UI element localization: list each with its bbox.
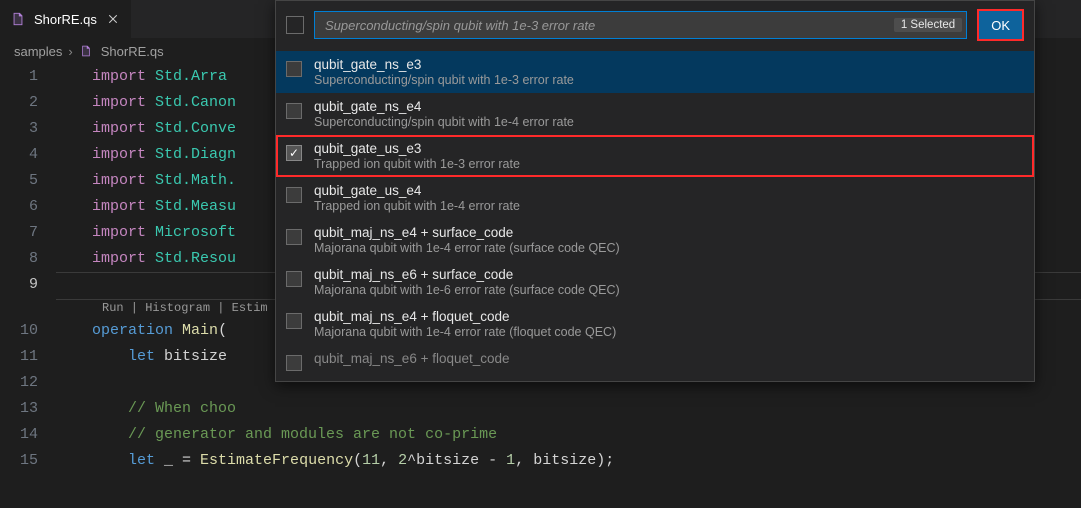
chevron-right-icon: › bbox=[68, 44, 72, 59]
quick-pick-item-desc: Superconducting/spin qubit with 1e-4 err… bbox=[314, 115, 574, 129]
quick-pick-item-label: qubit_maj_ns_e6 + floquet_code bbox=[314, 351, 510, 366]
quick-pick-item-desc: Majorana qubit with 1e-4 error rate (sur… bbox=[314, 241, 620, 255]
code-line[interactable]: // When choo bbox=[56, 396, 1081, 422]
breadcrumb-folder[interactable]: samples bbox=[14, 44, 62, 59]
checkbox[interactable] bbox=[286, 61, 302, 77]
quick-pick-item-label: qubit_maj_ns_e4 + surface_code bbox=[314, 225, 620, 240]
quick-pick-item[interactable]: qubit_gate_ns_e4Superconducting/spin qub… bbox=[276, 93, 1034, 135]
code-line[interactable]: let _ = EstimateFrequency(11, 2^bitsize … bbox=[56, 448, 1081, 474]
quick-pick-item[interactable]: qubit_maj_ns_e6 + surface_codeMajorana q… bbox=[276, 261, 1034, 303]
quick-pick-item-desc: Trapped ion qubit with 1e-4 error rate bbox=[314, 199, 520, 213]
line-number: 7 bbox=[0, 220, 38, 246]
editor-tab[interactable]: ShorRE.qs bbox=[0, 0, 132, 38]
quick-pick-header: 1 Selected OK bbox=[276, 1, 1034, 51]
line-number: 12 bbox=[0, 370, 38, 396]
checkbox[interactable] bbox=[286, 313, 302, 329]
line-number: 2 bbox=[0, 90, 38, 116]
line-number: 10 bbox=[0, 318, 38, 344]
checkbox[interactable] bbox=[286, 229, 302, 245]
quick-pick-item[interactable]: qubit_maj_ns_e4 + floquet_codeMajorana q… bbox=[276, 303, 1034, 345]
line-number: 4 bbox=[0, 142, 38, 168]
code-line[interactable]: // generator and modules are not co-prim… bbox=[56, 422, 1081, 448]
breadcrumb-file[interactable]: ShorRE.qs bbox=[101, 44, 164, 59]
line-number: 6 bbox=[0, 194, 38, 220]
ok-highlight-box: OK bbox=[977, 9, 1024, 41]
quick-pick-item[interactable]: ✓ qubit_gate_us_e3Trapped ion qubit with … bbox=[276, 135, 1034, 177]
quick-pick-item-label: qubit_gate_ns_e3 bbox=[314, 57, 574, 72]
quick-pick-item-desc: Majorana qubit with 1e-6 error rate (sur… bbox=[314, 283, 620, 297]
selection-count-badge: 1 Selected bbox=[894, 18, 962, 32]
quick-pick-item[interactable]: qubit_maj_ns_e4 + surface_codeMajorana q… bbox=[276, 219, 1034, 261]
quick-pick-item[interactable]: qubit_gate_ns_e3Superconducting/spin qub… bbox=[276, 51, 1034, 93]
line-number: 1 bbox=[0, 64, 38, 90]
quick-pick: 1 Selected OK qubit_gate_ns_e3Supercondu… bbox=[275, 0, 1035, 382]
ok-button[interactable]: OK bbox=[979, 11, 1022, 39]
select-all-checkbox[interactable] bbox=[286, 16, 304, 34]
line-number: 8 bbox=[0, 246, 38, 272]
qsharp-file-icon bbox=[10, 11, 26, 27]
tab-filename: ShorRE.qs bbox=[34, 12, 97, 27]
qsharp-file-icon bbox=[79, 44, 93, 58]
checkbox[interactable] bbox=[286, 271, 302, 287]
quick-pick-list: qubit_gate_ns_e3Superconducting/spin qub… bbox=[276, 51, 1034, 381]
quick-pick-item-desc: Majorana qubit with 1e-4 error rate (flo… bbox=[314, 325, 616, 339]
quick-pick-input-wrap: 1 Selected bbox=[314, 11, 967, 39]
checkbox[interactable] bbox=[286, 355, 302, 371]
checkbox[interactable]: ✓ bbox=[286, 145, 302, 161]
quick-pick-item-label: qubit_maj_ns_e4 + floquet_code bbox=[314, 309, 616, 324]
line-number: 9 bbox=[0, 272, 38, 298]
line-number-gutter: 123456789101112131415 bbox=[0, 64, 56, 508]
line-number: 5 bbox=[0, 168, 38, 194]
line-number: 13 bbox=[0, 396, 38, 422]
line-number: 15 bbox=[0, 448, 38, 474]
quick-pick-item-label: qubit_gate_us_e3 bbox=[314, 141, 520, 156]
quick-pick-item-desc: Superconducting/spin qubit with 1e-3 err… bbox=[314, 73, 574, 87]
quick-pick-item-label: qubit_gate_us_e4 bbox=[314, 183, 520, 198]
quick-pick-input[interactable] bbox=[323, 17, 894, 34]
quick-pick-item[interactable]: qubit_maj_ns_e6 + floquet_code bbox=[276, 345, 1034, 377]
quick-pick-item-label: qubit_maj_ns_e6 + surface_code bbox=[314, 267, 620, 282]
quick-pick-item-label: qubit_gate_ns_e4 bbox=[314, 99, 574, 114]
checkbox[interactable] bbox=[286, 187, 302, 203]
line-number: 3 bbox=[0, 116, 38, 142]
close-icon[interactable] bbox=[105, 11, 121, 27]
line-number: 14 bbox=[0, 422, 38, 448]
line-number: 11 bbox=[0, 344, 38, 370]
quick-pick-item[interactable]: qubit_gate_us_e4Trapped ion qubit with 1… bbox=[276, 177, 1034, 219]
checkbox[interactable] bbox=[286, 103, 302, 119]
quick-pick-item-desc: Trapped ion qubit with 1e-3 error rate bbox=[314, 157, 520, 171]
